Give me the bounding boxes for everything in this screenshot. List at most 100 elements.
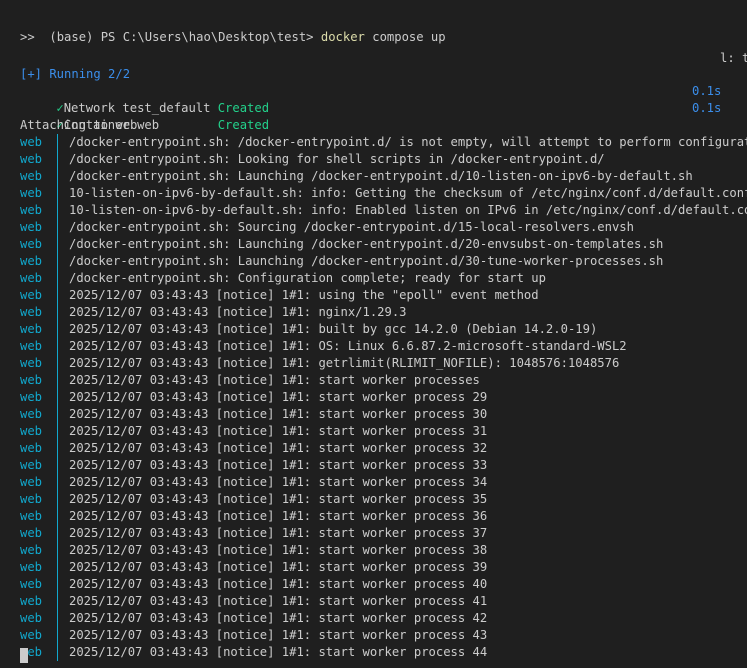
service-prefix: web [20, 339, 43, 353]
command-name: docker [320, 30, 365, 44]
log-line: /docker-entrypoint.sh: Launching /docker… [69, 254, 664, 268]
log-separator [57, 423, 58, 440]
attaching-line: Attaching to web [20, 118, 138, 132]
log-line: /docker-entrypoint.sh: Configuration com… [69, 271, 546, 285]
log-line: 2025/12/07 03:43:43 [notice] 1#1: built … [69, 322, 598, 336]
log-separator [57, 202, 58, 219]
log-separator [57, 219, 58, 236]
service-prefix: web [20, 152, 43, 166]
service-prefix: web [20, 271, 43, 285]
service-prefix: web [20, 407, 43, 421]
log-line: /docker-entrypoint.sh: Launching /docker… [69, 237, 664, 251]
log-line: 2025/12/07 03:43:43 [notice] 1#1: start … [69, 441, 488, 455]
service-prefix: web [20, 135, 43, 149]
service-prefix: web [20, 458, 43, 472]
log-line: 2025/12/07 03:43:43 [notice] 1#1: start … [69, 492, 488, 506]
log-line: 2025/12/07 03:43:43 [notice] 1#1: start … [69, 390, 488, 404]
log-separator [57, 559, 58, 576]
log-separator [57, 253, 58, 270]
log-separator [57, 457, 58, 474]
log-line: 2025/12/07 03:43:43 [notice] 1#1: start … [69, 407, 488, 421]
log-line: 2025/12/07 03:43:43 [notice] 1#1: start … [69, 458, 488, 472]
log-separator [57, 406, 58, 423]
service-prefix: web [20, 560, 43, 574]
log-line: 2025/12/07 03:43:43 [notice] 1#1: start … [69, 424, 488, 438]
service-prefix: web [20, 611, 43, 625]
service-prefix: web [20, 220, 43, 234]
log-separator [57, 474, 58, 491]
log-separator [57, 627, 58, 644]
truncated-fragment: l: t [720, 51, 747, 65]
prompt-line: (base) PS C:\Users\hao\Desktop\test> doc… [20, 12, 445, 44]
service-prefix: web [20, 186, 43, 200]
log-line: 2025/12/07 03:43:43 [notice] 1#1: start … [69, 526, 488, 540]
log-separator [57, 644, 58, 661]
service-prefix: web [20, 509, 43, 523]
log-line: 2025/12/07 03:43:43 [notice] 1#1: start … [69, 611, 488, 625]
log-line: /docker-entrypoint.sh: /docker-entrypoin… [69, 135, 747, 149]
prompt-prefix: (base) PS C:\Users\hao\Desktop\test> [49, 30, 321, 44]
log-line: 2025/12/07 03:43:43 [notice] 1#1: start … [69, 560, 488, 574]
log-line: 2025/12/07 03:43:43 [notice] 1#1: using … [69, 288, 539, 302]
log-line: 2025/12/07 03:43:43 [notice] 1#1: OS: Li… [69, 339, 627, 353]
service-prefix: web [20, 441, 43, 455]
log-separator [57, 236, 58, 253]
log-separator [57, 270, 58, 287]
log-line: 10-listen-on-ipv6-by-default.sh: info: E… [69, 203, 747, 217]
service-prefix: web [20, 526, 43, 540]
service-prefix: web [20, 305, 43, 319]
service-prefix: web [20, 322, 43, 336]
log-separator [57, 542, 58, 559]
log-separator [57, 287, 58, 304]
service-prefix: web [20, 373, 43, 387]
log-line: 2025/12/07 03:43:43 [notice] 1#1: start … [69, 509, 488, 523]
service-prefix: web [20, 577, 43, 591]
log-line: /docker-entrypoint.sh: Launching /docker… [69, 169, 693, 183]
log-line: 2025/12/07 03:43:43 [notice] 1#1: start … [69, 543, 488, 557]
log-line: 2025/12/07 03:43:43 [notice] 1#1: start … [69, 373, 480, 387]
log-separator [57, 389, 58, 406]
service-prefix: web [20, 594, 43, 608]
service-prefix: web [20, 203, 43, 217]
terminal-cursor [20, 648, 28, 663]
log-separator [57, 525, 58, 542]
log-separator [57, 338, 58, 355]
log-line: 2025/12/07 03:43:43 [notice] 1#1: nginx/… [69, 305, 407, 319]
service-prefix: web [20, 424, 43, 438]
log-separator [57, 151, 58, 168]
service-prefix: web [20, 356, 43, 370]
container-status-line: ✓Container web Created [27, 100, 269, 132]
log-separator [57, 610, 58, 627]
log-line: 2025/12/07 03:43:43 [notice] 1#1: start … [69, 594, 488, 608]
log-separator [57, 372, 58, 389]
container-time: 0.1s [692, 101, 722, 115]
terminal-output[interactable]: (base) PS C:\Users\hao\Desktop\test> doc… [0, 0, 747, 668]
service-prefix: web [20, 492, 43, 506]
continuation-prompt: >> [20, 30, 35, 44]
service-prefix: web [20, 475, 43, 489]
running-status: [+] Running 2/2 [20, 67, 131, 81]
log-separator [57, 491, 58, 508]
service-prefix: web [20, 169, 43, 183]
service-prefix: web [20, 237, 43, 251]
log-separator [57, 185, 58, 202]
log-line: 2025/12/07 03:43:43 [notice] 1#1: start … [69, 475, 488, 489]
service-prefix: web [20, 390, 43, 404]
network-time: 0.1s [692, 84, 722, 98]
service-prefix: web [20, 543, 43, 557]
log-separator [57, 355, 58, 372]
log-line: 2025/12/07 03:43:43 [notice] 1#1: getrli… [69, 356, 620, 370]
service-prefix: web [20, 628, 43, 642]
log-line: 2025/12/07 03:43:43 [notice] 1#1: start … [69, 645, 488, 659]
log-separator [57, 440, 58, 457]
log-separator [57, 304, 58, 321]
command-args: compose up [364, 30, 446, 44]
log-line: 2025/12/07 03:43:43 [notice] 1#1: start … [69, 628, 488, 642]
log-separator [57, 321, 58, 338]
log-line: /docker-entrypoint.sh: Looking for shell… [69, 152, 605, 166]
log-line: 2025/12/07 03:43:43 [notice] 1#1: start … [69, 577, 488, 591]
log-separator [57, 593, 58, 610]
log-separator [57, 134, 58, 151]
container-status: Created [217, 118, 270, 132]
log-separator [57, 576, 58, 593]
